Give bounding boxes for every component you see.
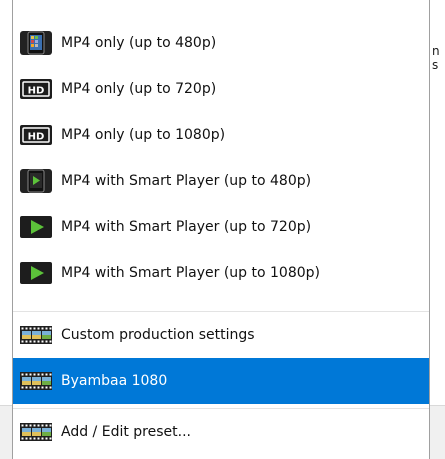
svg-text:HD: HD [28,132,45,143]
play-icon [20,216,52,238]
menu-item-label: Byambaa 1080 [61,373,168,389]
hd-icon: HD [20,125,52,145]
menu-item-custom-production-settings[interactable]: Custom production settings [13,312,429,358]
menu-item-label: Add / Edit preset... [61,424,191,440]
background-window-left [0,0,12,459]
screen: n s MP4 only (up to 480p) HD MP4 only (u… [0,0,445,459]
hd-icon: HD [20,79,52,99]
menu-item-label: MP4 only (up to 1080p) [61,127,226,143]
menu-item-smart-player-480p[interactable]: MP4 with Smart Player (up to 480p) [13,158,429,204]
film-icon [20,423,52,441]
film-icon [20,372,52,390]
svg-text:HD: HD [28,86,45,97]
menu-item-label: MP4 with Smart Player (up to 480p) [61,173,312,189]
menu-item-label: MP4 with Smart Player (up to 720p) [61,219,312,235]
play-icon [20,262,52,284]
menu-item-mp4-720p[interactable]: HD MP4 only (up to 720p) [13,66,429,112]
menu-item-mp4-480p[interactable]: MP4 only (up to 480p) [13,20,429,66]
film-icon [20,326,52,344]
menu-item-smart-player-720p[interactable]: MP4 with Smart Player (up to 720p) [13,204,429,250]
menu-item-smart-player-1080p[interactable]: MP4 with Smart Player (up to 1080p) [13,250,429,296]
background-window-right: n s [430,0,445,459]
background-text-fragment: n [432,44,440,58]
phone-icon [20,31,52,55]
menu-item-label: MP4 only (up to 720p) [61,81,217,97]
menu-item-label: Custom production settings [61,327,255,343]
menu-item-byambaa-1080[interactable]: Byambaa 1080 [13,358,429,404]
preset-dropdown-menu: MP4 only (up to 480p) HD MP4 only (up to… [12,0,430,459]
menu-item-label: MP4 with Smart Player (up to 1080p) [61,265,320,281]
menu-item-label: MP4 only (up to 480p) [61,35,217,51]
phone-play-icon [20,169,52,193]
menu-item-mp4-1080p[interactable]: HD MP4 only (up to 1080p) [13,112,429,158]
background-text-fragment: s [432,58,439,72]
menu-item-add-edit-preset[interactable]: Add / Edit preset... [13,409,429,455]
